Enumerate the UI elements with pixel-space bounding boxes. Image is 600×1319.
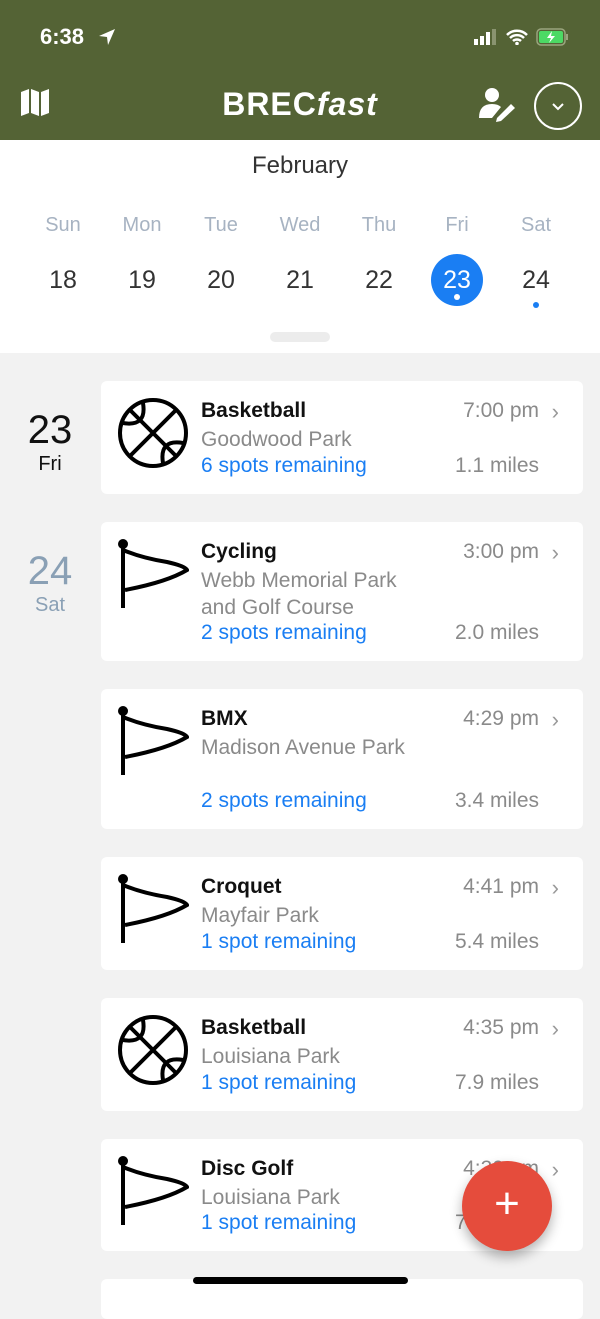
day-21[interactable]: 21	[270, 254, 330, 306]
event-title: Basketball	[201, 399, 307, 422]
date-number: 23	[27, 408, 73, 452]
chevron-right-icon: ›	[551, 540, 559, 565]
battery-charging-icon	[536, 28, 568, 46]
day-18[interactable]: 18	[33, 254, 93, 306]
home-indicator	[193, 1277, 408, 1284]
event-title: BMX	[201, 707, 248, 730]
weekday-label: Thu	[361, 214, 397, 236]
weekday-label: Sun	[45, 214, 81, 236]
chevron-right-icon: ›	[551, 1016, 559, 1041]
weekday-label: Sat	[520, 214, 552, 236]
date-number: 24	[27, 549, 73, 593]
drag-handle[interactable]	[270, 332, 330, 342]
day-number: 23	[443, 266, 471, 294]
event-location: Louisiana Park	[201, 1186, 340, 1209]
weekday-label: Fri	[445, 214, 469, 236]
status-time: 6:38	[40, 24, 85, 49]
day-number: 24	[522, 266, 550, 294]
event-time: 7:00 pm	[463, 399, 539, 422]
basketball-icon	[118, 1015, 188, 1085]
chevron-right-icon: ›	[551, 399, 559, 424]
event-title: Cycling	[201, 540, 277, 563]
event-location: Madison Avenue Park	[201, 736, 405, 759]
event-dot	[454, 294, 460, 300]
event-title: Croquet	[201, 875, 282, 898]
wifi-icon	[506, 29, 528, 45]
location-arrow-icon	[99, 29, 115, 45]
event-distance: 7.9 miles	[454, 1071, 539, 1094]
event-time: 4:41 pm	[463, 875, 539, 898]
day-number: 21	[286, 266, 314, 294]
day-22[interactable]: 22	[349, 254, 409, 306]
dropdown-chevron-button[interactable]	[533, 81, 583, 131]
add-event-button[interactable]: +	[462, 1161, 552, 1251]
event-spots: 6 spots remaining	[201, 454, 367, 477]
status-icons	[474, 28, 570, 46]
event-card[interactable]: BMX Madison Avenue Park 2 spots remaining 4…	[101, 689, 583, 829]
chevron-right-icon: ›	[551, 1157, 559, 1182]
event-distance: 3.4 miles	[454, 789, 539, 812]
signal-icon	[474, 29, 496, 45]
event-spots: 1 spot remaining	[201, 930, 357, 953]
event-spots: 2 spots remaining	[201, 621, 367, 644]
event-title: Basketball	[201, 1016, 307, 1039]
day-24[interactable]: 24	[506, 254, 566, 308]
event-card[interactable]: Cycling Webb Memorial Park and Golf Cours…	[101, 522, 583, 661]
weekday-label: Tue	[204, 214, 238, 236]
event-time: 4:29 pm	[463, 707, 539, 730]
event-spots: 2 spots remaining	[201, 789, 367, 812]
event-distance: 1.1 miles	[454, 454, 539, 477]
flag-icon	[118, 874, 190, 943]
day-19[interactable]: 19	[112, 254, 172, 306]
month-label: February	[251, 152, 349, 179]
day-20[interactable]: 20	[191, 254, 251, 306]
week-calendar: February Sun 18 Mon 19 Tue 20 Wed 21 Thu 22 Fri 23 S…	[0, 140, 600, 353]
chevron-right-icon: ›	[551, 707, 559, 732]
event-location: Mayfair Park	[201, 904, 319, 927]
day-number: 22	[365, 266, 393, 294]
event-card[interactable]: Basketball Goodwood Park 6 spots remaining…	[101, 381, 583, 494]
event-dot	[533, 302, 539, 308]
event-distance: 2.0 miles	[454, 621, 539, 644]
event-time: 3:00 pm	[463, 540, 539, 563]
event-card[interactable]	[101, 1279, 583, 1319]
top-bar: 6:38 BRECfast	[0, 0, 600, 140]
day-number: 20	[207, 266, 235, 294]
date-group-label: 24 Sat	[0, 549, 100, 617]
event-spots: 1 spot remaining	[201, 1211, 357, 1234]
weekday-label: Wed	[279, 214, 321, 236]
event-location: Webb Memorial Park and Golf Course	[201, 569, 397, 619]
event-time: 4:35 pm	[463, 1016, 539, 1039]
event-distance: 5.4 miles	[454, 930, 539, 953]
day-number: 19	[128, 266, 156, 294]
day-number: 18	[49, 266, 77, 294]
event-card[interactable]: Croquet Mayfair Park 1 spot remaining 4:41 …	[101, 857, 583, 970]
weekday-label: Mon	[122, 214, 162, 236]
event-location: Louisiana Park	[201, 1045, 340, 1068]
event-location: Goodwood Park	[201, 428, 352, 451]
edit-profile-icon[interactable]	[478, 86, 516, 122]
event-title: Disc Golf	[201, 1157, 294, 1180]
basketball-icon	[118, 398, 188, 468]
event-card[interactable]: Basketball Louisiana Park 1 spot remaining…	[101, 998, 583, 1111]
flag-icon	[118, 706, 190, 775]
event-spots: 1 spot remaining	[201, 1071, 357, 1094]
date-weekday: Fri	[38, 453, 62, 475]
flag-icon	[118, 1156, 190, 1225]
chevron-right-icon: ›	[551, 875, 559, 900]
flag-icon	[118, 539, 190, 608]
date-group-label: 23 Fri	[0, 408, 100, 476]
day-23[interactable]: 23	[431, 254, 483, 306]
date-weekday: Sat	[34, 594, 66, 616]
